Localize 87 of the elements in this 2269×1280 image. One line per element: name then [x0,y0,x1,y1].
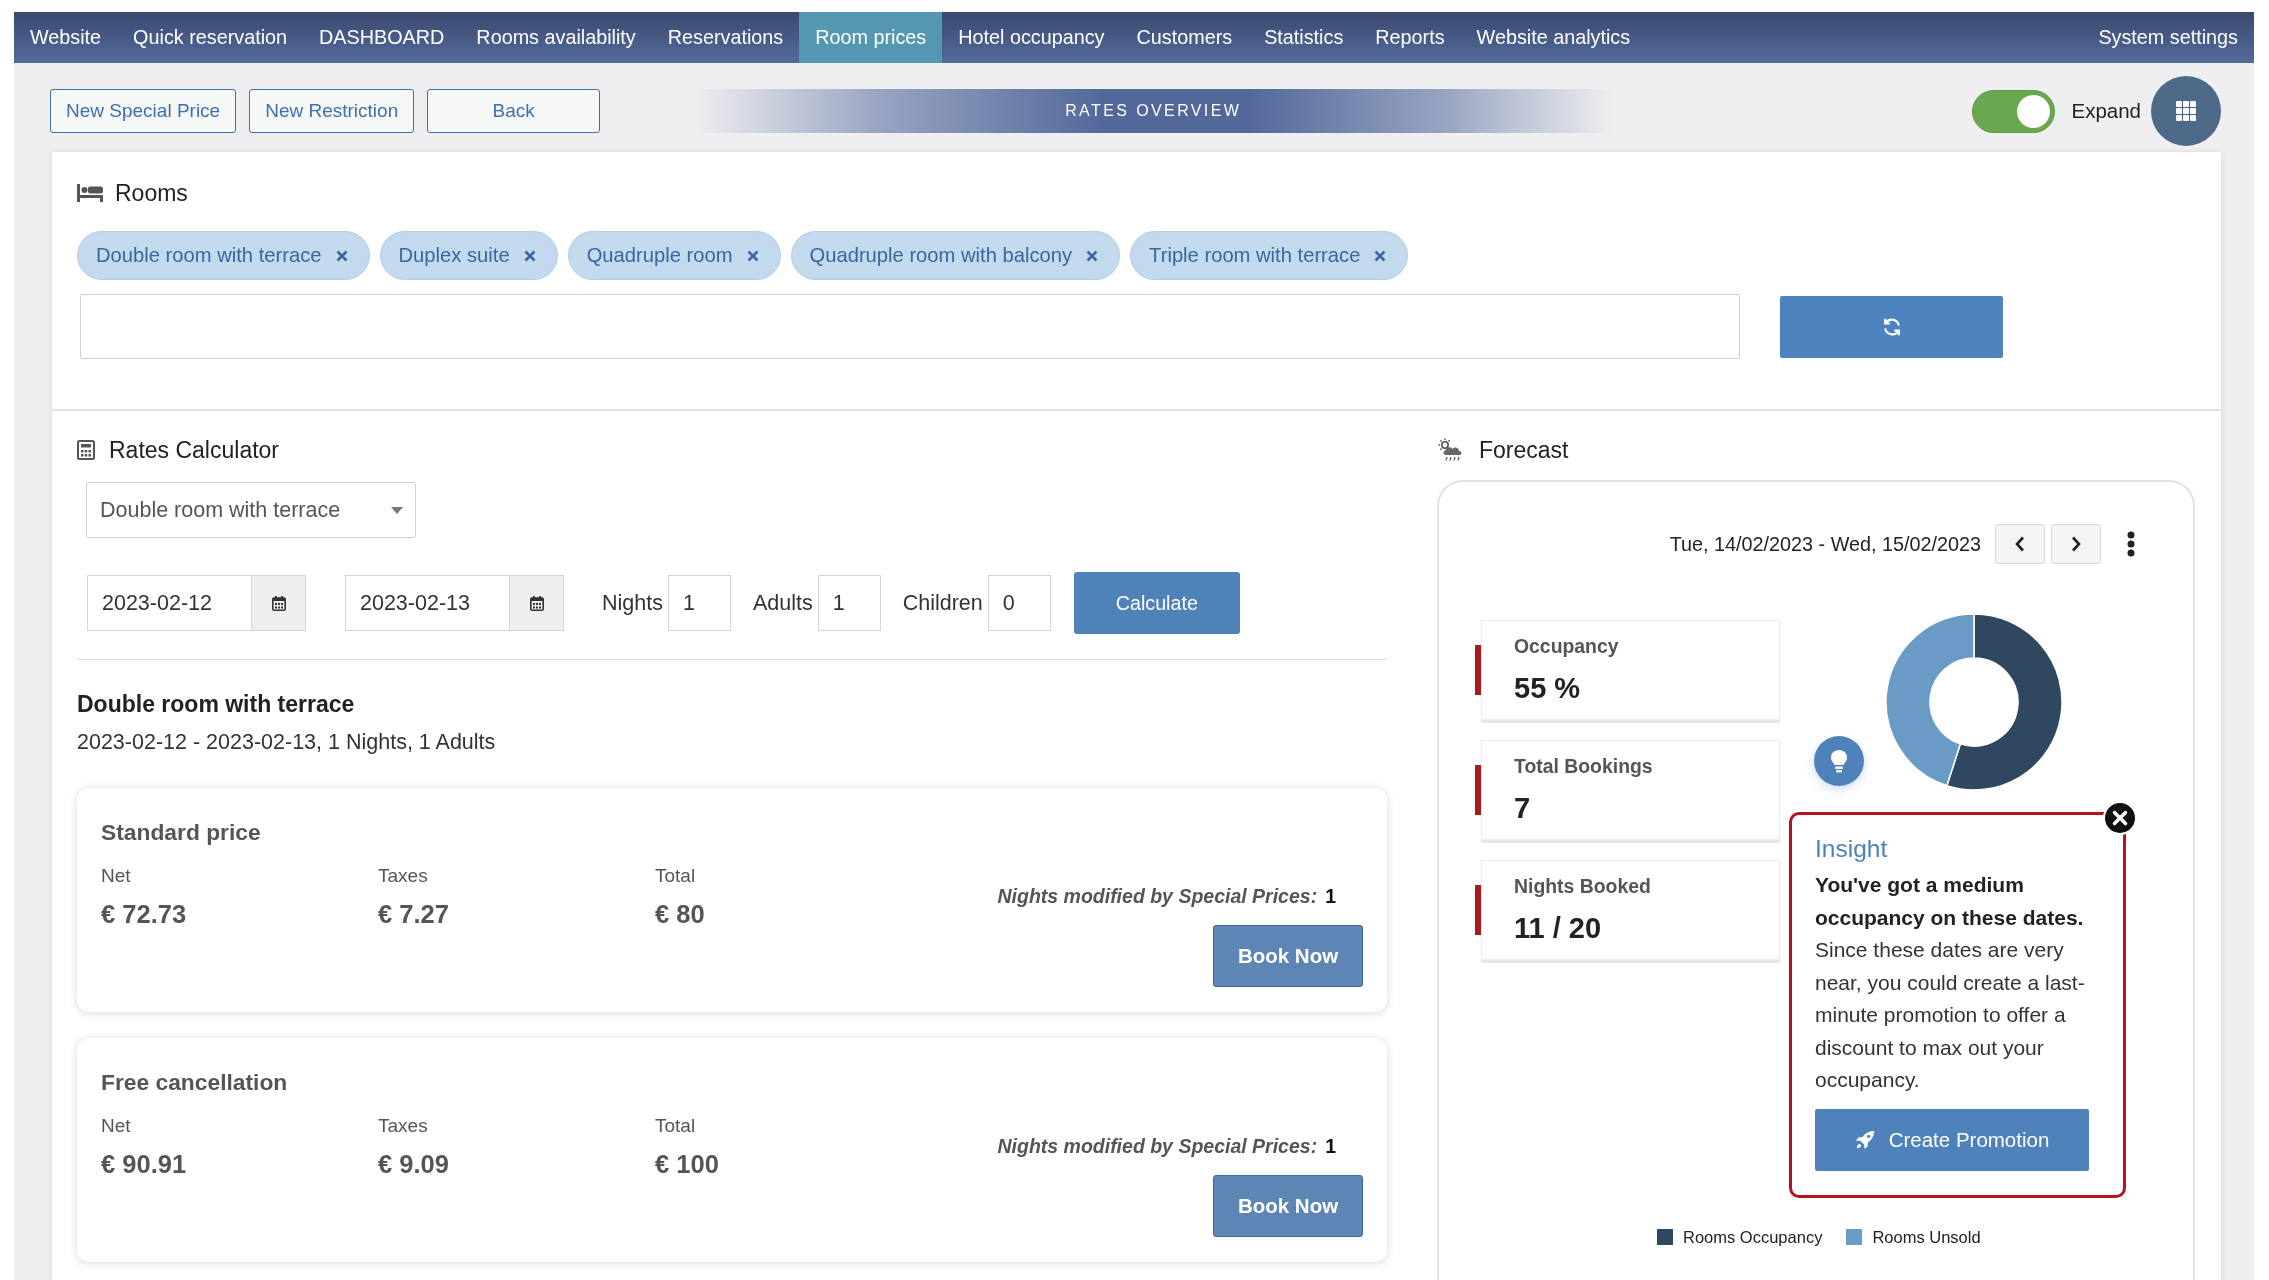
room-chip[interactable]: Triple room with terrace [1130,231,1409,280]
stat-value: 7 [1514,792,1532,825]
bed-icon [77,184,103,202]
price-label: Taxes [378,865,429,887]
settings-link[interactable]: System settings [2082,12,2254,63]
stat-label: Total Bookings [1514,755,1654,778]
stat-label: Nights Booked [1514,875,1652,898]
field-label: Adults [752,590,813,616]
nav-tab[interactable]: Statistics [1248,12,1360,63]
book-now-button[interactable]: Book Now [1213,1175,1363,1237]
price-label: Net [101,1115,132,1137]
lightbulb-icon[interactable] [1814,736,1864,786]
section-title: Forecast [1479,436,1569,464]
room-chip[interactable]: Quadruple room [567,231,781,280]
special-prices-count: 1 [1325,1135,1336,1158]
indicator-icon [1475,645,1481,695]
field-label: Children [902,590,983,616]
legend-label: Rooms Occupancy [1683,1227,1823,1247]
price-value: € 9.09 [378,1150,450,1179]
result-summary: 2023-02-12 - 2023-02-13, 1 Nights, 1 Adults [77,730,497,755]
nav-tab[interactable]: Rooms availability [460,12,652,63]
insight-title: Insight [1815,834,1889,864]
price-value: € 7.27 [378,900,450,929]
nav-tab[interactable]: Quick reservation [117,12,304,63]
grid-icon [2176,101,2196,121]
previous-button[interactable] [1995,524,2045,564]
refresh-button[interactable] [1780,295,2003,358]
nav-tab[interactable]: Website [14,12,118,63]
room-chip[interactable]: Duplex suite [379,231,558,280]
expand-label: Expand [2071,99,2141,123]
number-field[interactable]: 0 [987,575,1051,631]
nav-tab[interactable]: Customers [1120,12,1249,63]
stat-value: 55 % [1514,672,1582,705]
price-label: Total [655,865,697,887]
price-label: Taxes [378,1115,429,1137]
book-now-button[interactable]: Book Now [1213,925,1363,987]
price-card-title: Standard price [101,819,262,846]
rocket-icon [1854,1129,1875,1150]
room-select[interactable]: Double room with terrace [86,482,416,538]
price-label: Total [655,1115,697,1137]
create-promotion-button[interactable]: Create Promotion [1815,1108,2089,1171]
expand-toggle[interactable] [1972,89,2056,133]
nav-tab[interactable]: Reports [1359,12,1461,63]
nav-tab[interactable]: DASHBOARD [303,12,461,63]
calculator-icon [77,440,95,460]
chevron-left-icon [2015,536,2025,552]
calculate-button[interactable]: Calculate [1073,572,1240,634]
calendar-button[interactable] [509,575,564,631]
special-prices-note: Nights modified by Special Prices: [997,885,1318,908]
room-search-field[interactable] [80,294,1740,359]
indicator-icon [1475,765,1481,815]
special-prices-note: Nights modified by Special Prices: [997,1135,1318,1158]
price-value: € 80 [655,900,706,929]
price-value: € 90.91 [101,1150,188,1179]
calendar-icon [529,595,544,611]
number-field[interactable]: 1 [817,575,881,631]
section-title: Rooms [115,179,188,207]
toolbar-button[interactable]: Back [427,89,601,133]
legend-label: Rooms Unsold [1872,1227,1981,1247]
insight-text: Since these dates are very near, you could create a last-minute promotion to offer a discount to max out your occupancy. [1815,937,2086,1093]
next-button[interactable] [2051,524,2101,564]
nav-tab[interactable]: Website analytics [1460,12,1647,63]
toolbar-button[interactable]: New Special Price [50,89,237,133]
price-value: € 100 [655,1150,720,1179]
price-label: Net [101,865,132,887]
stat-label: Occupancy [1514,635,1620,658]
calendar-button[interactable] [251,575,306,631]
special-prices-count: 1 [1325,885,1336,908]
caret-down-icon [391,506,403,514]
calendar-icon [271,595,286,611]
number-field[interactable]: 1 [667,575,731,631]
field-label: Nights [602,590,663,616]
chevron-right-icon [2071,536,2081,552]
nav-tab[interactable]: Reservations [651,12,800,63]
section-title: Rates Calculator [109,436,280,464]
toolbar-button[interactable]: New Restriction [249,89,415,133]
room-chip[interactable]: Double room with terrace [77,231,370,280]
more-icon[interactable] [2127,531,2135,557]
room-chip[interactable]: Quadruple room with balcony [790,231,1121,280]
insight-headline: You've got a medium occupancy on these dates. [1815,872,2085,931]
stat-value: 11 / 20 [1514,912,1603,945]
date-range: Tue, 14/02/2023 - Wed, 15/02/2023 [1669,532,1981,556]
nav-tab[interactable]: Hotel occupancy [942,12,1121,63]
indicator-icon [1475,885,1481,935]
price-value: € 72.73 [101,900,188,929]
price-card-title: Free cancellation [101,1069,289,1096]
result-title: Double room with terrace [77,691,356,718]
